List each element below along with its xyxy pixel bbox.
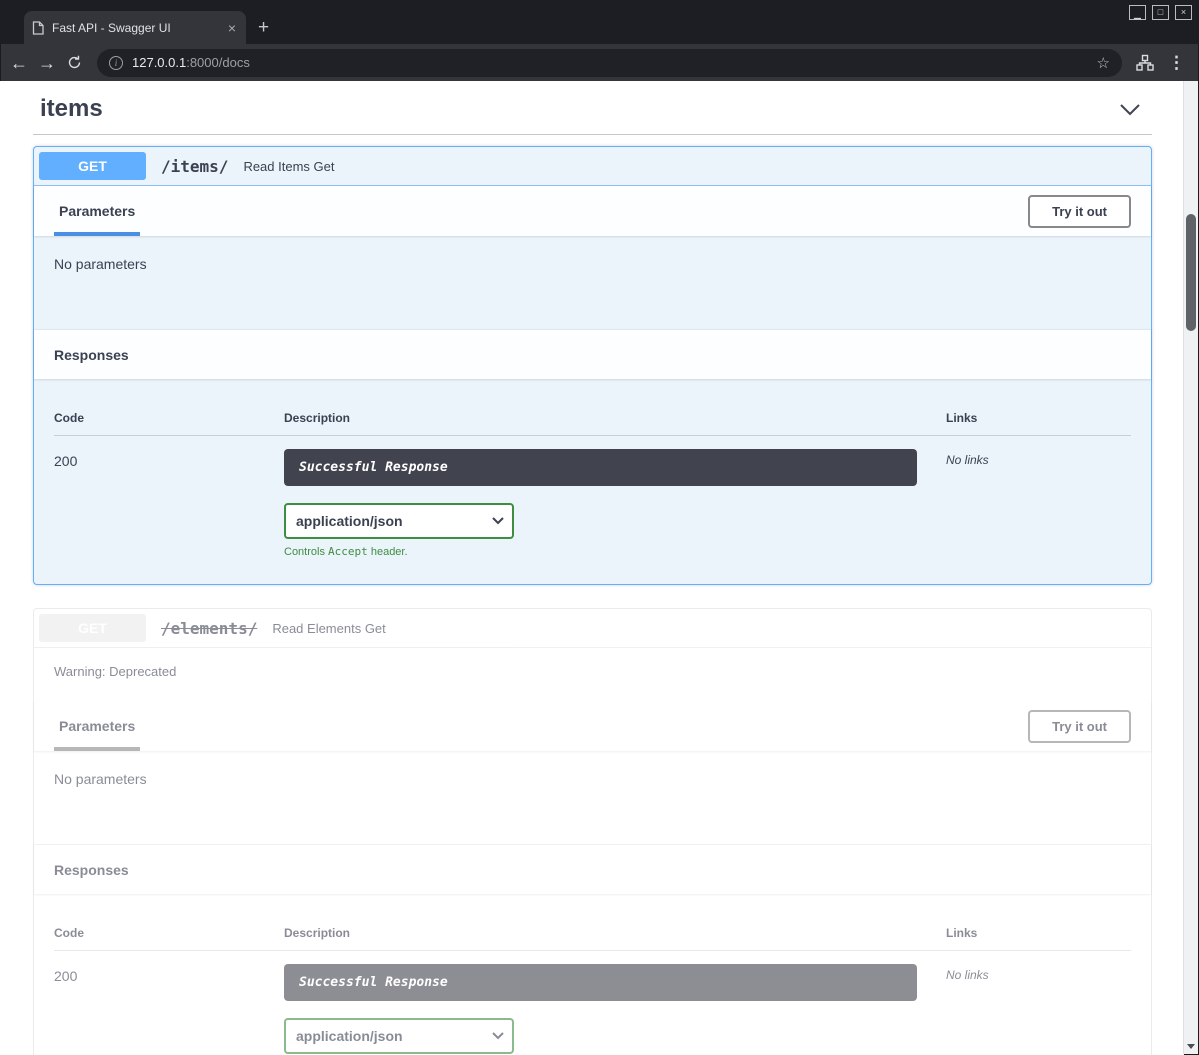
scrollbar-down-button[interactable] [1184,1039,1198,1054]
media-type-select[interactable]: application/json [284,1018,514,1054]
response-description-cell: Successful Response application/json Con… [284,449,946,558]
media-type-select-wrap: application/json [284,1018,514,1054]
extensions-icon[interactable] [1136,54,1154,72]
section-title: items [40,95,103,123]
site-info-icon[interactable]: i [109,56,123,70]
tab-close-icon[interactable]: × [226,20,238,36]
response-description-box: Successful Response [284,449,917,486]
method-badge: GET [39,152,146,180]
media-type-select-wrap: application/json [284,503,514,539]
media-type-select[interactable]: application/json [284,503,514,539]
responses-table-header: Code Description Links [54,399,1131,436]
triangle-down-icon [1187,1044,1195,1049]
opblock-summary[interactable]: GET /items/ Read Items Get [34,147,1151,186]
responses-title: Responses [54,330,129,379]
reload-button[interactable] [66,54,83,71]
tag-section-header[interactable]: items [33,81,1152,135]
response-code: 200 [54,964,284,1055]
response-code: 200 [54,449,284,558]
operation-path: /elements/ [161,619,257,638]
parameters-header: Parameters Try it out [34,186,1151,236]
try-it-out-button[interactable]: Try it out [1028,195,1131,228]
responses-header: Responses [34,329,1151,379]
response-links: No links [946,964,1131,1055]
window-controls: ▁ □ × [1129,5,1192,20]
opblock-get-elements-deprecated: GET /elements/ Read Elements Get Warning… [33,608,1152,1055]
no-parameters-text: No parameters [54,256,147,272]
responses-header: Responses [34,844,1151,894]
parameters-title: Parameters [59,203,135,219]
no-parameters-text: No parameters [54,771,147,787]
bookmark-star-icon[interactable]: ☆ [1097,54,1110,72]
url-bar[interactable]: i 127.0.0.1:8000/docs ☆ [97,49,1122,77]
response-description-box: Successful Response [284,964,917,1001]
browser-tab[interactable]: Fast API - Swagger UI × [24,11,246,44]
parameters-body: No parameters [34,236,1151,329]
operation-summary: Read Items Get [243,159,334,174]
tab-parameters[interactable]: Parameters [54,701,140,751]
opblock-summary[interactable]: GET /elements/ Read Elements Get [34,609,1151,648]
scrollbar-thumb[interactable] [1186,214,1196,331]
back-button[interactable]: ← [10,54,28,72]
responses-title: Responses [54,845,129,894]
try-it-out-button[interactable]: Try it out [1028,710,1131,743]
method-badge: GET [39,614,146,642]
col-description: Description [284,926,946,940]
new-tab-button[interactable]: + [258,18,269,37]
window-titlebar: Fast API - Swagger UI × + ▁ □ × [0,0,1199,44]
responses-body: Code Description Links 200 Successful Re… [34,894,1151,1055]
response-links: No links [946,449,1131,558]
tab-title: Fast API - Swagger UI [52,21,218,35]
col-description: Description [284,411,946,425]
url-text: 127.0.0.1:8000/docs [132,55,250,70]
responses-body: Code Description Links 200 Successful Re… [34,379,1151,584]
tab-parameters[interactable]: Parameters [54,186,140,236]
col-links: Links [946,926,1131,940]
maximize-button[interactable]: □ [1152,5,1169,20]
response-row: 200 Successful Response application/json [54,951,1131,1055]
browser-window: Fast API - Swagger UI × + ▁ □ × ← → i 12… [0,0,1199,1055]
col-links: Links [946,411,1131,425]
parameters-body: No parameters [34,751,1151,844]
deprecated-warning: Warning: Deprecated [34,648,1151,701]
forward-button[interactable]: → [38,54,56,72]
page-favicon-icon [32,21,44,35]
browser-toolbar: ← → i 127.0.0.1:8000/docs ☆ ⋮ [0,44,1199,81]
parameters-title: Parameters [59,718,135,734]
response-description-cell: Successful Response application/json Con… [284,964,946,1055]
opblock-get-items: GET /items/ Read Items Get Parameters Tr… [33,146,1152,585]
parameters-header: Parameters Try it out [34,701,1151,751]
accept-header-note: Controls Accept header. [284,545,946,558]
col-code: Code [54,926,284,940]
menu-icon[interactable]: ⋮ [1164,53,1189,73]
operation-path: /items/ [161,157,228,176]
operation-summary: Read Elements Get [272,621,385,636]
url-path: :8000/docs [186,55,250,70]
close-button[interactable]: × [1175,5,1192,20]
page-content: items GET /items/ Read Items Get Paramet… [0,81,1184,1055]
col-code: Code [54,411,284,425]
response-row: 200 Successful Response application/json [54,436,1131,558]
section-collapse-icon[interactable] [1115,99,1145,120]
url-host: 127.0.0.1 [132,55,186,70]
responses-table-header: Code Description Links [54,914,1131,951]
vertical-scrollbar[interactable] [1183,81,1198,1054]
minimize-button[interactable]: ▁ [1129,5,1146,20]
